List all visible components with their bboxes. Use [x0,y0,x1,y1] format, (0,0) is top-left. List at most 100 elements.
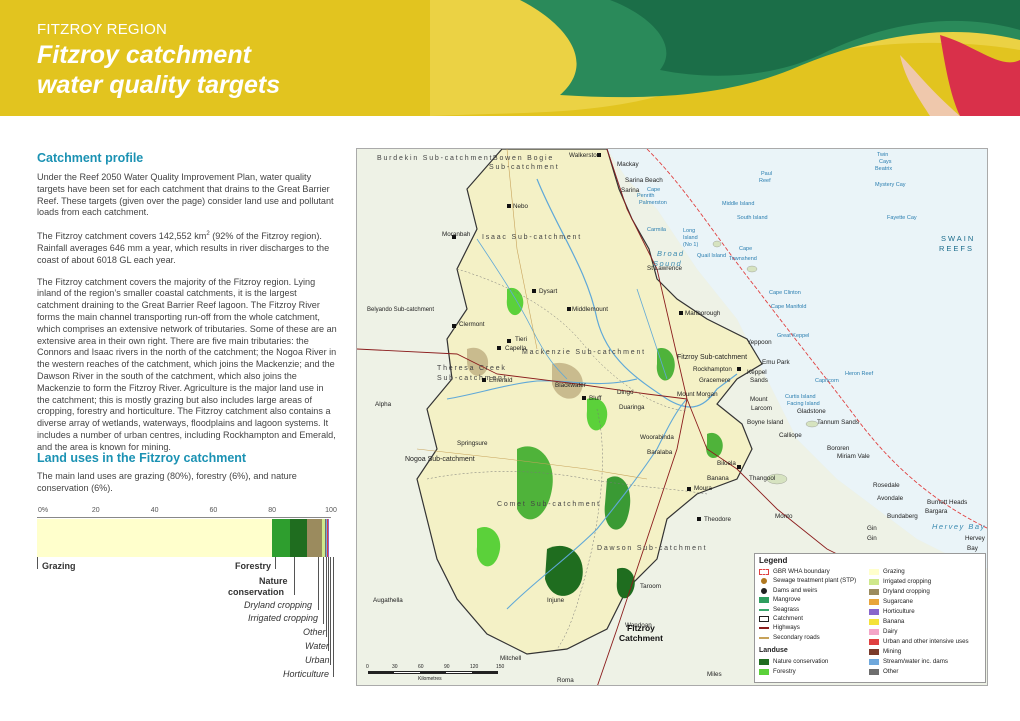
town-monto: Monto [775,513,793,520]
water-leader [328,557,329,651]
horticulture-leader [333,557,334,677]
town-middlemount: Middlemount [572,306,609,313]
legend-swatch [759,627,769,630]
axis-tick-label: 80 [268,507,277,514]
town-bay: Bay [967,545,978,552]
town-mackay: Mackay [617,161,639,168]
legend-label: Horticulture [883,608,915,615]
town-bluff: Bluff [589,395,602,402]
bar-label-other: Other [303,627,326,637]
legend-swatch [869,599,879,605]
scale-bar: 0 30 60 90 120 150 Kilometres [366,662,504,684]
town-keppel: Keppel [747,369,767,376]
island-quail: Quail Island [697,253,727,259]
legend-swatch [759,636,769,639]
scale-tick-label: 90 [444,664,450,670]
bar-label-grazing: Grazing [42,561,76,571]
island-cape-2: Cape [739,246,753,252]
town-marker [497,346,501,350]
bar-segment-nature-conservation [289,519,308,557]
island-penrith: Penrith [637,193,655,199]
legend-label: Sugarcane [883,598,913,605]
town-mitchell: Mitchell [500,655,522,662]
label-theresa-1: Theresa Creek [437,365,507,372]
legend-swatch [869,569,879,575]
bar-segment-forestry [272,519,290,557]
town-clermont: Clermont [459,321,485,328]
axis-tick-label: 20 [91,507,100,514]
town-nebo: Nebo [513,203,529,210]
bar-segment-horticulture [327,519,329,557]
legend-swatch [759,608,769,611]
bar-label-nature-2: conservation [228,587,285,597]
legend-swatch [869,579,879,585]
island-townshend: Townshend [729,256,757,262]
town-gin-2: Gin [867,535,877,542]
town-emu-park: Emu Park [762,359,790,366]
town-mount: Mount [750,396,768,403]
town-augathella: Augathella [373,597,403,604]
legend-label: Dryland cropping [883,588,930,595]
island-great-keppel: Great Keppel [777,333,810,339]
legend-label: GBR WHA boundary [773,568,830,575]
island-palmerston: Palmerston [639,200,667,206]
label-mackenzie: Mackenzie Sub-catchment [522,349,646,356]
urban-leader [330,557,331,665]
town-duaringa: Duaringa [619,404,645,411]
map-legend: Legend Landuse GBR WHA boundary Sewage tr… [754,553,986,683]
landuse-heading: Land uses in the Fitzroy catchment [37,451,247,465]
page-title-line2: water quality targets [37,71,281,99]
legend-label: Dams and weirs [773,586,818,594]
legend-label: Stream/water inc. dams [883,658,948,665]
scale-tick-label: 150 [496,664,505,670]
legend-label: Other [883,668,899,675]
town-moranbah: Moranbah [442,231,471,238]
town-banana: Banana [707,475,729,482]
label-swain-2: REEFS [939,244,975,253]
town-sarina-beach: Sarina Beach [625,177,663,184]
town-marker [567,307,571,311]
label-isaac: Isaac Sub-catchment [482,234,582,241]
town-calliope: Calliope [779,432,802,439]
town-marker [507,339,511,343]
town-hervey: Hervey [965,535,985,542]
island-cape-clinton: Cape Clinton [769,290,801,296]
town-taroom: Taroom [640,583,661,590]
town-theodore: Theodore [704,516,731,523]
label-hervey-bay-region: Hervey Bay [932,522,986,531]
town-tieri: Tieri [515,336,528,343]
legend-swatch [869,609,879,615]
town-thangool: Thangool [749,475,776,482]
town-miriam-vale: Miriam Vale [837,453,870,460]
other-leader [326,557,327,637]
island-reef: Reef [759,178,771,184]
catchment-label-line1: Fitzroy [627,623,655,633]
landuse-paragraph: The main land uses are grazing (80%), fo… [37,471,297,493]
bar-axis-line [37,517,331,518]
island-middle: Middle Island [722,201,755,207]
island-south: South Island [737,215,768,221]
island-facing: Facing Island [787,401,820,407]
profile-paragraph-3: The Fitzroy catchment covers the majorit… [37,276,337,452]
town-baralaba: Baralaba [647,449,673,456]
town-dingo: Dingo [617,389,634,396]
town-marker [532,289,536,293]
town-bundaberg: Bundaberg [887,513,918,520]
label-burdekin: Burdekin Sub-catchment [377,155,494,162]
axis-tick-label: 60 [209,507,218,514]
island-fayette: Fayette Cay [887,215,917,221]
legend-swatch [869,669,879,675]
scale-unit-label: Kilometres [418,676,442,682]
town-dysart: Dysart [539,288,558,295]
island-beatrix: Beatrix [875,166,893,172]
town-marker [687,487,691,491]
town-burnett-heads: Burnett Heads [927,499,968,506]
bar-label-forestry: Forestry [235,561,272,571]
town-tannum-sands: Tannum Sands [817,419,860,426]
town-st-lawrence: St Lawrence [647,265,683,272]
irrigated-leader [323,557,324,624]
town-springsure: Springsure [457,440,488,447]
legend-label: Nature conservation [773,658,829,665]
dryland-leader [318,557,319,610]
landuse-stacked-bar [37,519,331,557]
